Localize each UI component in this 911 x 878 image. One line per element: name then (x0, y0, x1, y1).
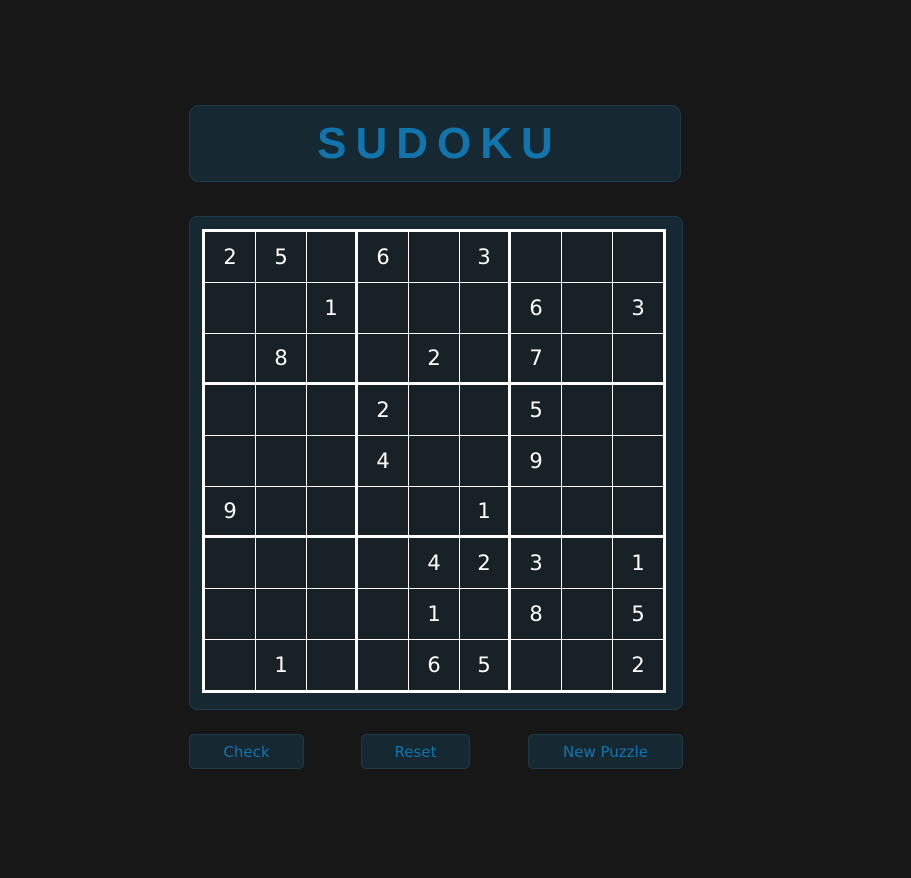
sudoku-cell-r8-c2[interactable] (256, 589, 306, 639)
sudoku-cell-r1-c1[interactable]: 2 (205, 232, 255, 282)
sudoku-cell-r5-c1[interactable] (205, 436, 255, 486)
board-panel: 256316382725499142311851652 (189, 216, 683, 710)
sudoku-cell-r9-c3[interactable] (307, 640, 355, 690)
sudoku-cell-r4-c4[interactable]: 2 (358, 385, 408, 435)
sudoku-cell-r5-c4[interactable]: 4 (358, 436, 408, 486)
sudoku-cell-r9-c4[interactable] (358, 640, 408, 690)
sudoku-cell-r6-c7[interactable] (511, 487, 561, 535)
sudoku-cell-r7-c9[interactable]: 1 (613, 538, 663, 588)
sudoku-cell-r6-c2[interactable] (256, 487, 306, 535)
sudoku-cell-r8-c7[interactable]: 8 (511, 589, 561, 639)
sudoku-cell-r2-c5[interactable] (409, 283, 459, 333)
sudoku-cell-r1-c4[interactable]: 6 (358, 232, 408, 282)
sudoku-cell-r1-c9[interactable] (613, 232, 663, 282)
sudoku-cell-r3-c8[interactable] (562, 334, 612, 382)
sudoku-grid: 256316382725499142311851652 (202, 229, 666, 693)
sudoku-cell-r1-c3[interactable] (307, 232, 355, 282)
sudoku-cell-r6-c3[interactable] (307, 487, 355, 535)
sudoku-cell-r8-c9[interactable]: 5 (613, 589, 663, 639)
sudoku-cell-r2-c3[interactable]: 1 (307, 283, 355, 333)
sudoku-cell-r7-c1[interactable] (205, 538, 255, 588)
sudoku-cell-r5-c5[interactable] (409, 436, 459, 486)
sudoku-cell-r3-c6[interactable] (460, 334, 508, 382)
sudoku-cell-r9-c2[interactable]: 1 (256, 640, 306, 690)
sudoku-cell-r3-c9[interactable] (613, 334, 663, 382)
sudoku-cell-r7-c5[interactable]: 4 (409, 538, 459, 588)
sudoku-cell-r2-c4[interactable] (358, 283, 408, 333)
sudoku-cell-r2-c1[interactable] (205, 283, 255, 333)
sudoku-cell-r2-c2[interactable] (256, 283, 306, 333)
title-panel: SUDOKU (189, 105, 681, 182)
sudoku-cell-r1-c2[interactable]: 5 (256, 232, 306, 282)
sudoku-cell-r8-c6[interactable] (460, 589, 508, 639)
sudoku-cell-r1-c5[interactable] (409, 232, 459, 282)
sudoku-cell-r5-c7[interactable]: 9 (511, 436, 561, 486)
sudoku-cell-r6-c4[interactable] (358, 487, 408, 535)
sudoku-cell-r6-c9[interactable] (613, 487, 663, 535)
sudoku-cell-r7-c6[interactable]: 2 (460, 538, 508, 588)
sudoku-cell-r4-c1[interactable] (205, 385, 255, 435)
sudoku-cell-r6-c1[interactable]: 9 (205, 487, 255, 535)
sudoku-cell-r1-c8[interactable] (562, 232, 612, 282)
sudoku-cell-r4-c2[interactable] (256, 385, 306, 435)
sudoku-cell-r4-c3[interactable] (307, 385, 355, 435)
sudoku-cell-r2-c8[interactable] (562, 283, 612, 333)
sudoku-cell-r2-c9[interactable]: 3 (613, 283, 663, 333)
sudoku-cell-r8-c3[interactable] (307, 589, 355, 639)
sudoku-cell-r6-c6[interactable]: 1 (460, 487, 508, 535)
check-button[interactable]: Check (189, 734, 304, 769)
sudoku-cell-r5-c6[interactable] (460, 436, 508, 486)
sudoku-cell-r6-c5[interactable] (409, 487, 459, 535)
sudoku-cell-r8-c5[interactable]: 1 (409, 589, 459, 639)
new-puzzle-button[interactable]: New Puzzle (528, 734, 683, 769)
sudoku-cell-r9-c7[interactable] (511, 640, 561, 690)
sudoku-cell-r1-c6[interactable]: 3 (460, 232, 508, 282)
sudoku-cell-r3-c5[interactable]: 2 (409, 334, 459, 382)
sudoku-cell-r9-c5[interactable]: 6 (409, 640, 459, 690)
sudoku-cell-r9-c1[interactable] (205, 640, 255, 690)
sudoku-cell-r4-c8[interactable] (562, 385, 612, 435)
sudoku-cell-r8-c8[interactable] (562, 589, 612, 639)
sudoku-cell-r7-c8[interactable] (562, 538, 612, 588)
sudoku-cell-r4-c5[interactable] (409, 385, 459, 435)
sudoku-cell-r2-c7[interactable]: 6 (511, 283, 561, 333)
sudoku-cell-r2-c6[interactable] (460, 283, 508, 333)
reset-button[interactable]: Reset (361, 734, 470, 769)
sudoku-cell-r4-c9[interactable] (613, 385, 663, 435)
sudoku-cell-r3-c7[interactable]: 7 (511, 334, 561, 382)
sudoku-cell-r5-c2[interactable] (256, 436, 306, 486)
sudoku-cell-r7-c3[interactable] (307, 538, 355, 588)
sudoku-cell-r7-c2[interactable] (256, 538, 306, 588)
sudoku-cell-r5-c3[interactable] (307, 436, 355, 486)
sudoku-cell-r1-c7[interactable] (511, 232, 561, 282)
sudoku-cell-r6-c8[interactable] (562, 487, 612, 535)
sudoku-cell-r7-c7[interactable]: 3 (511, 538, 561, 588)
sudoku-cell-r4-c6[interactable] (460, 385, 508, 435)
sudoku-cell-r3-c3[interactable] (307, 334, 355, 382)
sudoku-cell-r3-c4[interactable] (358, 334, 408, 382)
sudoku-cell-r9-c6[interactable]: 5 (460, 640, 508, 690)
sudoku-cell-r8-c1[interactable] (205, 589, 255, 639)
sudoku-cell-r3-c1[interactable] (205, 334, 255, 382)
sudoku-cell-r9-c9[interactable]: 2 (613, 640, 663, 690)
sudoku-cell-r5-c8[interactable] (562, 436, 612, 486)
sudoku-cell-r3-c2[interactable]: 8 (256, 334, 306, 382)
sudoku-cell-r5-c9[interactable] (613, 436, 663, 486)
sudoku-cell-r9-c8[interactable] (562, 640, 612, 690)
sudoku-cell-r4-c7[interactable]: 5 (511, 385, 561, 435)
page-title: SUDOKU (317, 118, 562, 168)
sudoku-cell-r7-c4[interactable] (358, 538, 408, 588)
sudoku-cell-r8-c4[interactable] (358, 589, 408, 639)
